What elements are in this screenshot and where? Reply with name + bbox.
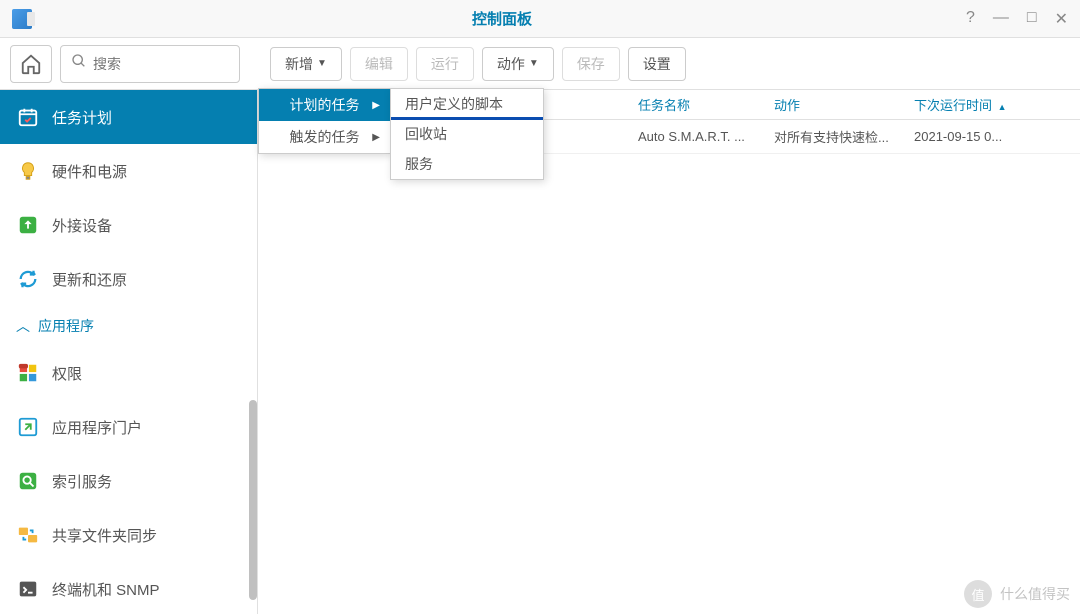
sidebar-item-label: 外接设备 — [52, 215, 112, 236]
new-dropdown: 计划的任务 ▶ 触发的任务 ▶ — [258, 88, 391, 154]
window-title: 控制面板 — [38, 8, 966, 29]
sidebar-item-shared-sync[interactable]: 共享文件夹同步 — [0, 508, 257, 562]
new-button-label: 新增 — [285, 54, 313, 74]
section-label: 应用程序 — [38, 316, 94, 336]
sidebar-item-label: 权限 — [52, 363, 82, 384]
sidebar-item-external[interactable]: 外接设备 — [0, 198, 257, 252]
toolbar-row: 新增 ▼ 编辑 运行 动作 ▼ 保存 设置 — [0, 38, 1080, 90]
window-controls: ? — □ ✕ — [966, 9, 1068, 29]
privileges-icon — [16, 361, 40, 385]
sidebar-item-indexing[interactable]: 索引服务 — [0, 454, 257, 508]
chevron-right-icon: ▶ — [372, 100, 380, 111]
submenu-service[interactable]: 服务 — [391, 149, 543, 179]
search-input[interactable] — [93, 56, 274, 72]
menu-triggered-task[interactable]: 触发的任务 ▶ — [259, 121, 390, 153]
col-action[interactable]: 动作 — [764, 95, 904, 114]
submenu-label: 回收站 — [405, 124, 447, 144]
run-button: 运行 — [416, 47, 474, 81]
close-icon[interactable]: ✕ — [1055, 9, 1068, 29]
sidebar-item-app-portal[interactable]: 应用程序门户 — [0, 400, 257, 454]
home-button[interactable] — [10, 45, 52, 83]
settings-button-label: 设置 — [643, 54, 671, 74]
col-task-name[interactable]: 任务名称 — [628, 95, 764, 114]
titlebar: 控制面板 ? — □ ✕ — [0, 0, 1080, 38]
save-button: 保存 — [562, 47, 620, 81]
watermark-text: 什么值得买 — [1000, 584, 1070, 604]
search-icon — [71, 53, 87, 74]
watermark-badge: 值 — [964, 580, 992, 608]
scheduled-submenu: 用户定义的脚本 回收站 服务 — [390, 88, 544, 180]
sidebar-section-apps[interactable]: ︿ 应用程序 — [0, 306, 257, 346]
help-icon[interactable]: ? — [966, 9, 975, 29]
action-button[interactable]: 动作 ▼ — [482, 47, 554, 81]
submenu-label: 服务 — [405, 154, 433, 174]
calendar-check-icon — [16, 105, 40, 129]
menu-label: 计划的任务 — [290, 95, 360, 115]
upload-icon — [16, 213, 40, 237]
save-button-label: 保存 — [577, 54, 605, 74]
sidebar-item-privileges[interactable]: 权限 — [0, 346, 257, 400]
chevron-right-icon: ▶ — [372, 132, 380, 143]
edit-button: 编辑 — [350, 47, 408, 81]
sidebar-item-update[interactable]: 更新和还原 — [0, 252, 257, 306]
portal-icon — [16, 415, 40, 439]
sidebar-item-task-scheduler[interactable]: 任务计划 — [0, 90, 257, 144]
cell-action: 对所有支持快速检... — [764, 127, 904, 146]
settings-button[interactable]: 设置 — [628, 47, 686, 81]
indexing-icon — [16, 469, 40, 493]
cell-next-run: 2021-09-15 0... — [904, 129, 1054, 144]
sidebar-item-label: 索引服务 — [52, 471, 112, 492]
sidebar-item-label: 共享文件夹同步 — [52, 525, 157, 546]
caret-down-icon: ▼ — [529, 58, 539, 69]
sort-asc-icon: ▲ — [998, 102, 1007, 112]
action-button-label: 动作 — [497, 54, 525, 74]
refresh-icon — [16, 267, 40, 291]
submenu-user-script[interactable]: 用户定义的脚本 — [391, 89, 543, 119]
sidebar-item-label: 应用程序门户 — [52, 417, 142, 438]
watermark: 值 什么值得买 — [964, 580, 1070, 608]
sidebar-item-label: 更新和还原 — [52, 269, 127, 290]
sidebar-item-label: 硬件和电源 — [52, 161, 127, 182]
chevron-up-icon: ︿ — [16, 316, 30, 336]
bulb-icon — [16, 159, 40, 183]
sidebar-item-terminal[interactable]: 终端机和 SNMP — [0, 562, 257, 614]
search-box[interactable] — [60, 45, 240, 83]
sync-icon — [16, 523, 40, 547]
run-button-label: 运行 — [431, 54, 459, 74]
cell-task-name: Auto S.M.A.R.T. ... — [628, 129, 764, 144]
submenu-recycle[interactable]: 回收站 — [391, 119, 543, 149]
sidebar-item-label: 终端机和 SNMP — [52, 579, 160, 600]
terminal-icon — [16, 577, 40, 601]
home-icon — [20, 53, 42, 75]
content: 任务 任务名称 动作 下次运行时间 ▲ R.T. 检测 Auto S.M.A.R… — [258, 90, 1080, 614]
sidebar-item-label: 任务计划 — [52, 107, 112, 128]
main-toolbar: 新增 ▼ 编辑 运行 动作 ▼ 保存 设置 — [270, 47, 686, 81]
sidebar: 任务计划 硬件和电源 外接设备 更新和还原 ︿ 应用程序 — [0, 90, 258, 614]
app-icon — [12, 9, 32, 29]
caret-down-icon: ▼ — [317, 58, 327, 69]
menu-label: 触发的任务 — [290, 127, 360, 147]
new-button[interactable]: 新增 ▼ — [270, 47, 342, 81]
submenu-label: 用户定义的脚本 — [405, 94, 503, 114]
col-next-run[interactable]: 下次运行时间 ▲ — [904, 95, 1054, 114]
body: 任务计划 硬件和电源 外接设备 更新和还原 ︿ 应用程序 — [0, 90, 1080, 614]
sidebar-item-hardware[interactable]: 硬件和电源 — [0, 144, 257, 198]
maximize-icon[interactable]: □ — [1027, 9, 1037, 29]
minimize-icon[interactable]: — — [993, 9, 1009, 29]
menu-scheduled-task[interactable]: 计划的任务 ▶ — [259, 89, 390, 121]
edit-button-label: 编辑 — [365, 54, 393, 74]
sidebar-scrollbar[interactable] — [249, 400, 257, 600]
